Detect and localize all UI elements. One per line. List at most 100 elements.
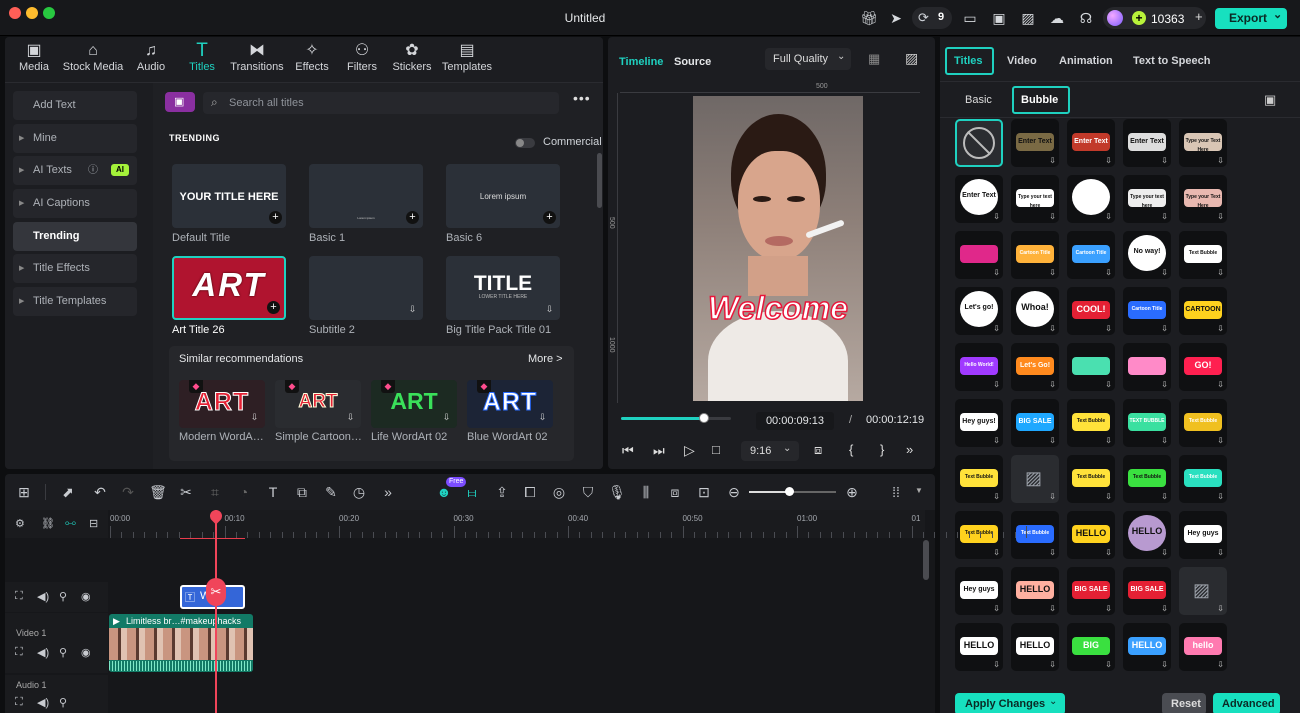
no-style-tile[interactable] [955,119,1003,167]
tab-stickers[interactable]: ✿ Stickers [390,41,434,81]
download-icon[interactable]: ⇩ [993,380,1000,389]
similar-item[interactable]: ◆ ART ⇩ [179,380,265,428]
bubble-tile[interactable]: Enter Text ⇩ [955,175,1003,223]
download-icon[interactable]: ⇩ [1105,156,1112,165]
crop-icon[interactable]: ⌗ [206,483,224,501]
download-icon[interactable]: ⇩ [1105,548,1112,557]
bubble-tile[interactable]: Hey guys ⇩ [1179,511,1227,559]
add-track-icon[interactable]: ⊟ [89,517,98,530]
bubble-tile[interactable]: Enter Text ⇩ [1011,119,1059,167]
download-icon[interactable]: ⇩ [993,660,1000,669]
eye-icon[interactable]: ◉ [81,590,91,603]
bubble-tile[interactable]: Text Bubble ⇩ [1179,455,1227,503]
tab-titles-props[interactable]: Titles [945,47,994,75]
magic-icon[interactable]: ⚲ [59,646,67,659]
download-icon[interactable]: ⇩ [1161,660,1168,669]
zoom-handle[interactable] [785,487,794,496]
bubble-tile[interactable]: Text Bubble ⇩ [1179,231,1227,279]
ai-title-button[interactable]: ▣ [165,92,195,112]
tab-text-to-speech[interactable]: Text to Speech [1133,55,1210,67]
download-icon[interactable]: ⇩ [1161,156,1168,165]
bubble-tile[interactable]: Text Bubble ⇩ [955,511,1003,559]
grid-icon[interactable]: ▦ [868,51,880,67]
lock-icon[interactable]: ⛶ [15,590,23,603]
scissors-icon[interactable]: ✂ [177,483,195,501]
snapshot-icon[interactable]: ▨ [905,50,918,67]
microphone-icon[interactable]: 🎙︎ [608,483,626,501]
unlink-icon[interactable]: ⛓ [41,517,55,530]
similar-item[interactable]: ◆ ART ⇩ [275,380,361,428]
notifications-button[interactable]: ⟳ 9 [912,7,952,29]
zoom-out-icon[interactable]: ⊖ [725,483,743,501]
bubble-tile[interactable]: BIG ⇩ [1067,623,1115,671]
download-icon[interactable]: ⇩ [249,411,260,424]
bubble-tile[interactable]: Let's go! ⇩ [955,287,1003,335]
download-icon[interactable]: ⇩ [441,411,452,424]
export-clip-icon[interactable]: ⇪ [493,483,511,501]
bubble-tile[interactable]: ⇩ [955,231,1003,279]
bubble-tile[interactable]: GO! ⇩ [1179,343,1227,391]
bubble-tile[interactable]: Type your Text Here ⇩ [1179,175,1227,223]
more-options-icon[interactable]: ••• [573,90,591,106]
bubble-tile[interactable]: Hey guys! ⇩ [955,399,1003,447]
bubble-tile[interactable]: Cartoon Title ⇩ [1067,231,1115,279]
tab-media[interactable]: ▣ Media [15,41,53,81]
magic-icon[interactable]: ⚲ [59,696,67,709]
bubble-tile[interactable]: HELLO ⇩ [1123,511,1171,559]
mark-in-icon[interactable]: { [849,442,853,457]
mask-icon[interactable]: ⧉ [293,483,311,501]
speaker-icon[interactable]: ◀) [37,696,49,709]
bubble-tile[interactable]: Type your text here ⇩ [1123,175,1171,223]
bubble-tile[interactable]: ⇩ [1123,343,1171,391]
title-card-basic-1[interactable]: Lorem ipsum + [309,164,423,228]
image-icon[interactable]: ▨ [1020,10,1036,26]
layout-grid-icon[interactable]: ⊞ [15,483,33,501]
download-icon[interactable]: ⇩ [1049,156,1056,165]
tab-effects[interactable]: ✧ Effects [293,41,331,81]
subtab-basic[interactable]: Basic [965,94,992,106]
download-icon[interactable]: ⇩ [1161,380,1168,389]
chevron-down-icon[interactable]: ▼ [915,486,923,495]
download-icon[interactable]: ⇩ [1049,324,1056,333]
bubble-tile[interactable]: Text Bubble ⇩ [1179,399,1227,447]
split-scissors-icon[interactable]: ✂ [206,578,226,606]
download-icon[interactable]: ⇩ [1105,436,1112,445]
image-edit-icon[interactable]: ⧠ [521,483,539,501]
download-icon[interactable]: ⇩ [345,411,356,424]
download-icon[interactable]: ⇩ [1217,268,1224,277]
quality-select[interactable]: Full Quality ⌄ [765,48,851,70]
tab-titles[interactable]: T Titles [184,41,220,81]
aspect-ratio-select[interactable]: 9:16 ⌄ [741,441,799,461]
similar-item[interactable]: ◆ ART ⇩ [371,380,457,428]
download-icon[interactable]: ⇩ [993,436,1000,445]
bubble-tile[interactable]: Text Bubble ⇩ [955,455,1003,503]
bubble-tile[interactable]: Text Bubble ⇩ [1011,511,1059,559]
download-icon[interactable]: ⇩ [1161,212,1168,221]
next-frame-icon[interactable]: ⏭ [653,443,665,459]
export-button[interactable]: Export ⌄ [1215,8,1287,29]
bubble-tile[interactable]: HELLO ⇩ [1123,623,1171,671]
title-card-default[interactable]: YOUR TITLE HERE + [172,164,286,228]
bubble-tile[interactable]: Type your Text Here ⇩ [1179,119,1227,167]
stop-icon[interactable]: □ [712,442,720,457]
tab-templates[interactable]: ▤ Templates [440,41,494,81]
fit-icon[interactable]: ⊡ [695,483,713,501]
cloud-icon[interactable]: ☁ [1049,10,1065,26]
bubble-tile[interactable]: BIG SALE ⇩ [1011,399,1059,447]
similar-item[interactable]: ◆ ART ⇩ [467,380,553,428]
bubble-tile[interactable]: COOL! ⇩ [1067,287,1115,335]
tab-transitions[interactable]: ⧓ Transitions [228,41,286,81]
bubble-tile[interactable]: ▨ ⇩ [1011,455,1059,503]
bubble-tile[interactable]: hello ⇩ [1179,623,1227,671]
download-icon[interactable]: ⇩ [1105,212,1112,221]
advanced-button[interactable]: Advanced [1213,693,1280,713]
subtab-bubble[interactable]: Bubble [1012,86,1070,114]
bubble-tile[interactable]: TEXT BUBBLE ⇩ [1123,399,1171,447]
bubble-tile[interactable]: Text Bubble ⇩ [1067,399,1115,447]
download-icon[interactable]: ⇩ [1049,380,1056,389]
tab-source[interactable]: Source [674,56,711,68]
download-icon[interactable]: ⇩ [407,303,418,316]
more-controls-icon[interactable]: » [906,442,913,457]
add-icon[interactable]: + [269,211,282,224]
send-icon[interactable]: ➤ [888,10,904,26]
